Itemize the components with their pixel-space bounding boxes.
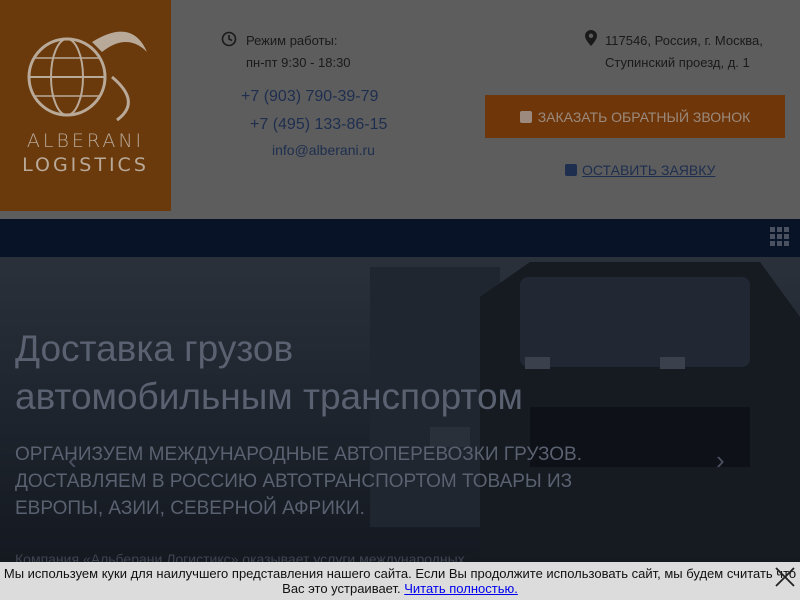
leave-request-link[interactable]: ОСТАВИТЬ ЗАЯВКУ <box>565 162 715 178</box>
cookie-read-more-link[interactable]: Читать полностью. <box>404 581 518 596</box>
email-link[interactable]: info@alberani.ru <box>272 142 375 158</box>
map-pin-icon <box>585 30 597 46</box>
leave-request-label: ОСТАВИТЬ ЗАЯВКУ <box>582 162 716 178</box>
phone-link-mobile[interactable]: +7 (903) 790-39-79 <box>241 88 378 106</box>
main-nav-bar <box>0 219 800 257</box>
phone-icon <box>519 110 532 123</box>
logo-text-alberani: ALBERANI <box>26 130 145 152</box>
globe-logo-icon <box>27 31 147 122</box>
hero-subtitle: Организуем международные автоперевозки г… <box>15 444 582 519</box>
menu-grid-icon[interactable] <box>770 227 790 247</box>
slider-next-arrow[interactable]: › <box>716 445 725 476</box>
working-hours-label: Режим работы: <box>246 33 338 48</box>
site-header: ALBERANI LOGISTICS Режим работы: пн-пт 9… <box>0 0 800 219</box>
order-callback-button[interactable]: ЗАКАЗАТЬ ОБРАТНЫЙ ЗВОНОК <box>485 95 785 138</box>
address-line-2: Ступинский проезд, д. 1 <box>605 55 750 70</box>
address-line-1: 117546, Россия, г. Москва, <box>605 33 763 48</box>
order-callback-label: ЗАКАЗАТЬ ОБРАТНЫЙ ЗВОНОК <box>537 108 751 125</box>
clock-icon <box>221 31 237 47</box>
hero-title-line-2: автомобильным транспортом <box>15 376 523 417</box>
phone-icon <box>565 164 577 176</box>
hero-title-line-1: Доставка грузов <box>15 328 294 369</box>
close-icon[interactable] <box>774 566 796 588</box>
phone-link-office[interactable]: +7 (495) 133-86-15 <box>250 116 387 134</box>
cookie-banner: Мы используем куки для наилучшего предст… <box>0 562 800 600</box>
logo-text-logistics: LOGISTICS <box>22 154 149 176</box>
cookie-text: Мы используем куки для наилучшего предст… <box>3 566 797 596</box>
working-hours-value: пн-пт 9:30 - 18:30 <box>246 55 351 70</box>
company-logo[interactable]: ALBERANI LOGISTICS <box>0 0 171 211</box>
